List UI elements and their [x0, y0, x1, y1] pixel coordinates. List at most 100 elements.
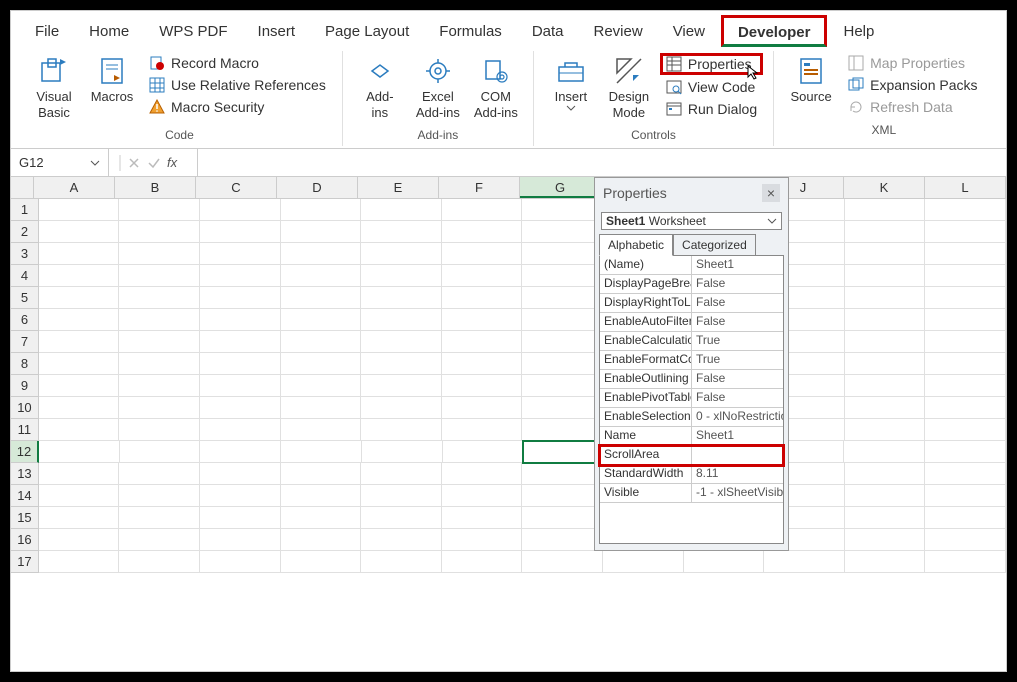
cell[interactable] — [925, 551, 1006, 573]
cell[interactable] — [925, 221, 1006, 243]
property-row[interactable]: DisplayPageBreaksFalse — [600, 275, 783, 294]
close-icon[interactable]: × — [762, 184, 780, 202]
property-row[interactable]: EnablePivotTableFalse — [600, 389, 783, 408]
cell[interactable] — [39, 265, 120, 287]
properties-button[interactable]: Properties — [660, 53, 763, 75]
row-header[interactable]: 4 — [11, 265, 39, 287]
menu-view[interactable]: View — [659, 17, 719, 46]
cell[interactable] — [925, 375, 1006, 397]
cell[interactable] — [925, 485, 1006, 507]
addins-button[interactable]: Add-ins — [353, 53, 407, 122]
cell[interactable] — [925, 463, 1006, 485]
cell[interactable] — [200, 331, 281, 353]
cell[interactable] — [845, 331, 926, 353]
cell[interactable] — [120, 441, 201, 463]
cell[interactable] — [361, 529, 442, 551]
cell[interactable] — [845, 507, 926, 529]
menu-wps-pdf[interactable]: WPS PDF — [145, 17, 241, 46]
cell[interactable] — [442, 309, 523, 331]
property-row[interactable]: Visible-1 - xlSheetVisible — [600, 484, 783, 503]
cell[interactable] — [119, 221, 200, 243]
property-value[interactable] — [692, 446, 783, 464]
cell[interactable] — [281, 199, 362, 221]
cell[interactable] — [362, 441, 443, 463]
cell[interactable] — [845, 287, 926, 309]
cell[interactable] — [361, 397, 442, 419]
cell[interactable] — [522, 440, 603, 464]
cancel-icon[interactable] — [127, 156, 141, 170]
cell[interactable] — [925, 397, 1006, 419]
cell[interactable] — [39, 199, 120, 221]
property-row[interactable]: EnableAutoFilterFalse — [600, 313, 783, 332]
cell[interactable] — [200, 529, 281, 551]
chevron-down-icon[interactable] — [90, 160, 100, 166]
cell[interactable] — [361, 309, 442, 331]
property-row[interactable]: EnableSelection0 - xlNoRestrictions — [600, 408, 783, 427]
property-row[interactable]: (Name)Sheet1 — [600, 256, 783, 275]
view-code-button[interactable]: View Code — [660, 77, 763, 97]
property-value[interactable]: 0 - xlNoRestrictions — [692, 408, 783, 426]
cell[interactable] — [522, 331, 603, 353]
cell[interactable] — [361, 221, 442, 243]
menu-home[interactable]: Home — [75, 17, 143, 46]
property-value[interactable]: Sheet1 — [692, 256, 783, 274]
column-header[interactable]: A — [34, 177, 115, 198]
cell[interactable] — [200, 397, 281, 419]
menu-page-layout[interactable]: Page Layout — [311, 17, 423, 46]
cell[interactable] — [845, 375, 926, 397]
cell[interactable] — [200, 309, 281, 331]
menu-insert[interactable]: Insert — [244, 17, 310, 46]
cell[interactable] — [443, 441, 524, 463]
cell[interactable] — [442, 397, 523, 419]
cell[interactable] — [39, 243, 120, 265]
cell[interactable] — [845, 309, 926, 331]
cell[interactable] — [119, 551, 200, 573]
cell[interactable] — [200, 243, 281, 265]
cell[interactable] — [845, 265, 926, 287]
cell[interactable] — [925, 265, 1006, 287]
cell[interactable] — [39, 353, 120, 375]
cell[interactable] — [39, 375, 120, 397]
property-row[interactable]: DisplayRightToLeftFalse — [600, 294, 783, 313]
cell[interactable] — [200, 485, 281, 507]
row-header[interactable]: 17 — [11, 551, 39, 573]
cell[interactable] — [845, 551, 926, 573]
cell[interactable] — [442, 221, 523, 243]
column-header[interactable]: L — [925, 177, 1006, 198]
cell[interactable] — [522, 551, 603, 573]
column-header[interactable]: K — [844, 177, 925, 198]
property-value[interactable]: True — [692, 351, 783, 369]
cell[interactable] — [361, 199, 442, 221]
cell[interactable] — [361, 551, 442, 573]
row-header[interactable]: 7 — [11, 331, 39, 353]
cell[interactable] — [281, 419, 362, 441]
cell[interactable] — [200, 265, 281, 287]
property-row[interactable]: EnableOutliningFalse — [600, 370, 783, 389]
cell[interactable] — [119, 463, 200, 485]
cell[interactable] — [442, 243, 523, 265]
cell[interactable] — [603, 551, 684, 573]
property-row[interactable]: NameSheet1 — [600, 427, 783, 446]
cell[interactable] — [119, 243, 200, 265]
cell[interactable] — [522, 199, 603, 221]
cell[interactable] — [200, 199, 281, 221]
cell[interactable] — [200, 463, 281, 485]
cell[interactable] — [39, 309, 120, 331]
cell[interactable] — [361, 331, 442, 353]
cell[interactable] — [522, 265, 603, 287]
row-header[interactable]: 10 — [11, 397, 39, 419]
cell[interactable] — [442, 287, 523, 309]
cell[interactable] — [39, 529, 120, 551]
row-header[interactable]: 2 — [11, 221, 39, 243]
row-header[interactable]: 16 — [11, 529, 39, 551]
property-row[interactable]: EnableCalculationTrue — [600, 332, 783, 351]
cell[interactable] — [845, 419, 926, 441]
cell[interactable] — [39, 551, 120, 573]
fx-icon[interactable]: fx — [167, 155, 187, 171]
cell[interactable] — [281, 441, 362, 463]
cell[interactable] — [39, 463, 120, 485]
cell[interactable] — [522, 309, 603, 331]
cell[interactable] — [925, 331, 1006, 353]
cell[interactable] — [442, 265, 523, 287]
run-dialog-button[interactable]: Run Dialog — [660, 99, 763, 119]
